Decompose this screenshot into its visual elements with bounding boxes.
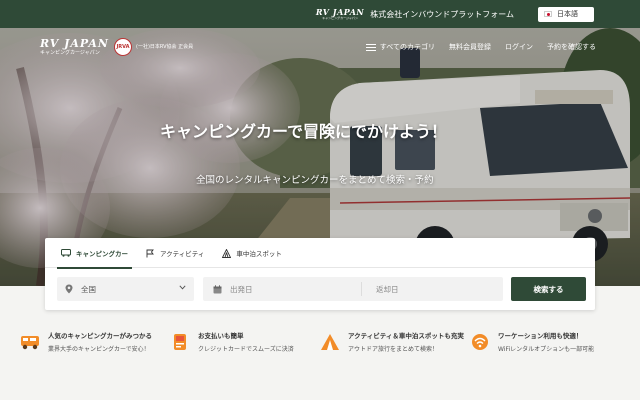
tab-activity[interactable]: アクティビティ	[140, 238, 210, 268]
site-logo[interactable]: RV JAPAN キャンピングカージャパン	[40, 38, 109, 56]
feature-title: 人気のキャンピングカーがみつかる	[48, 332, 152, 340]
card-icon	[170, 332, 190, 352]
feature-item: アクティビティ＆車中泊スポットも充実 アウトドア旅行をまとめて検索！	[320, 332, 464, 353]
feature-item: ワーケーション利用も快適！ WiFiレンタルオプションも一部可能	[470, 332, 594, 353]
search-tabs: キャンピングカー アクティビティ 車中泊スポット	[45, 238, 595, 269]
feature-title: アクティビティ＆車中泊スポットも充実	[348, 332, 464, 340]
nav-all-categories[interactable]: すべてのカテゴリ	[365, 42, 435, 52]
features-strip: 人気のキャンピングカーがみつかる 業界大手のキャンピングカーで安心！ お支払いも…	[0, 316, 640, 400]
nav-login[interactable]: ログイン	[505, 42, 533, 52]
hero-title: キャンピングカーで冒険にでかけよう！	[160, 122, 448, 141]
main-nav: すべてのカテゴリ 無料会員登録 ログイン 予約を確認する	[365, 42, 596, 52]
site-logo-text: RV JAPAN	[40, 37, 109, 50]
top-bar: RV JAPAN キャンピングカージャパン 株式会社インバウンドプラットフォーム…	[0, 0, 640, 28]
location-pin-icon	[65, 284, 73, 294]
site-logo-subtext: キャンピングカージャパン	[40, 50, 100, 56]
nav-check-reservations[interactable]: 予約を確認する	[547, 42, 596, 52]
camper-icon	[20, 332, 40, 352]
flag-icon	[146, 249, 154, 257]
feature-title: お支払いも簡単	[198, 332, 244, 340]
feature-item: お支払いも簡単 クレジットカードでスムーズに決済	[170, 332, 294, 353]
menu-icon	[365, 43, 376, 51]
feature-description: アウトドア旅行をまとめて検索！	[348, 346, 439, 354]
feature-description: WiFiレンタルオプションも一部可能	[498, 346, 595, 354]
feature-description: クレジットカードでスムーズに決済	[198, 346, 294, 354]
wifi-icon	[470, 332, 490, 352]
feature-title: ワーケーション利用も快適！	[498, 332, 583, 340]
tab-activity-label: アクティビティ	[160, 250, 205, 258]
tab-parking-spot-label: 車中泊スポット	[236, 250, 282, 258]
return-date-placeholder: 返却日	[376, 284, 399, 294]
hero-subtitle: 全国のレンタルキャンピングカーをまとめて検索・予約	[196, 175, 434, 186]
van-icon	[61, 249, 71, 257]
language-selector[interactable]: 日本語	[538, 6, 594, 22]
platform-logo-subtext: キャンピングカージャパン	[322, 16, 359, 20]
tent-icon	[222, 248, 232, 258]
return-date-input[interactable]: 返却日	[362, 284, 399, 295]
platform-logo-text: RV JAPAN	[315, 7, 365, 17]
nav-categories-label: すべてのカテゴリ	[379, 43, 435, 51]
company-name: 株式会社インバウンドプラットフォーム	[370, 9, 514, 19]
tab-camper[interactable]: キャンピングカー	[55, 238, 134, 269]
calendar-icon	[213, 284, 222, 293]
language-label: 日本語	[557, 10, 578, 18]
area-select-value: 全国	[81, 284, 96, 294]
association-badge: JRVA (一社)日本RV協会 正会員	[114, 38, 236, 56]
search-button[interactable]: 検索する	[511, 277, 586, 301]
tab-parking-spot[interactable]: 車中泊スポット	[216, 238, 288, 268]
date-range-field: 出発日 返却日	[203, 277, 503, 301]
tent-icon	[320, 332, 340, 352]
platform-logo[interactable]: RV JAPAN キャンピングカージャパン	[316, 8, 364, 20]
association-emblem-icon: JRVA	[114, 38, 132, 56]
chevron-down-icon	[179, 285, 186, 290]
feature-item: 人気のキャンピングカーがみつかる 業界大手のキャンピングカーで安心！	[20, 332, 152, 353]
area-select[interactable]: 全国	[57, 277, 194, 301]
japan-flag-icon	[544, 11, 552, 17]
association-text: (一社)日本RV協会 正会員	[136, 43, 194, 50]
nav-register[interactable]: 無料会員登録	[449, 42, 491, 52]
feature-description: 業界大手のキャンピングカーで安心！	[48, 346, 150, 354]
departure-date-placeholder: 出発日	[230, 284, 253, 294]
search-panel: キャンピングカー アクティビティ 車中泊スポット 全国 出発日 返却日 検索する	[45, 238, 595, 310]
departure-date-input[interactable]: 出発日	[203, 284, 361, 295]
tab-camper-label: キャンピングカー	[76, 250, 128, 258]
